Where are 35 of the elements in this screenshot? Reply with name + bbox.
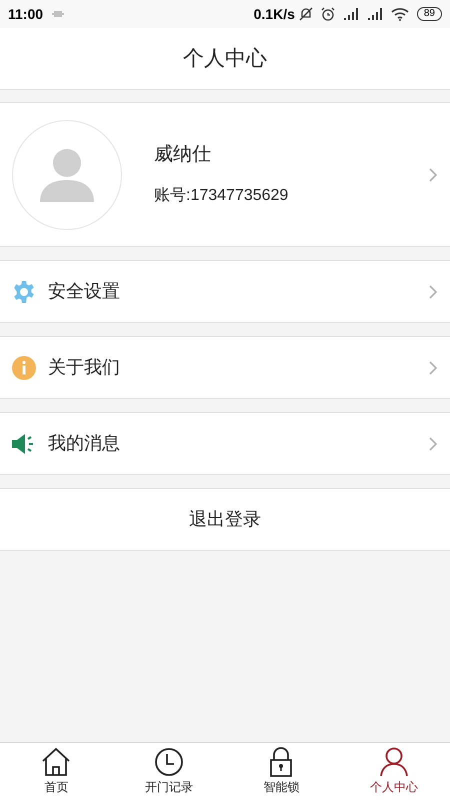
notification-icon <box>51 11 66 17</box>
user-name: 威纳仕 <box>154 143 212 168</box>
network-speed: 0.1K/s <box>254 4 295 24</box>
menu-label: 我的消息 <box>48 432 121 455</box>
nav-tab[interactable]: 智能锁 <box>225 743 338 800</box>
menu-label: 安全设置 <box>48 280 121 303</box>
chevron-right-icon <box>428 166 438 182</box>
menu-label: 关于我们 <box>48 356 121 379</box>
page-title: 个人中心 <box>183 46 267 72</box>
battery-indicator: 89 <box>416 7 442 21</box>
menu-item[interactable]: 安全设置 <box>0 260 450 323</box>
chevron-right-icon <box>428 436 438 452</box>
nav-tab[interactable]: 开门记录 <box>112 743 225 800</box>
menu-item[interactable]: 关于我们 <box>0 336 450 399</box>
speaker-icon <box>12 432 36 454</box>
logout-button[interactable]: 退出登录 <box>0 488 450 551</box>
signal-icon <box>342 8 359 20</box>
wifi-icon <box>390 8 409 20</box>
status-time: 11:00 <box>8 4 44 24</box>
profile-card[interactable]: 威纳仕 账号:17347735629 <box>0 102 450 247</box>
person-icon <box>378 747 410 777</box>
nav-tab[interactable]: 个人中心 <box>338 743 450 800</box>
chevron-right-icon <box>428 284 438 300</box>
gear-icon <box>12 280 36 304</box>
person-silhouette-icon <box>40 148 94 202</box>
nav-tab[interactable]: 首页 <box>0 743 112 800</box>
bell-off-icon <box>298 7 313 21</box>
menu-item[interactable]: 我的消息 <box>0 412 450 475</box>
clock-icon <box>152 747 185 777</box>
info-icon <box>12 356 36 380</box>
home-icon <box>40 747 72 777</box>
chevron-right-icon <box>428 360 438 376</box>
alarm-icon <box>320 7 335 21</box>
signal-icon <box>366 8 383 20</box>
account-number: 账号:17347735629 <box>154 186 290 206</box>
